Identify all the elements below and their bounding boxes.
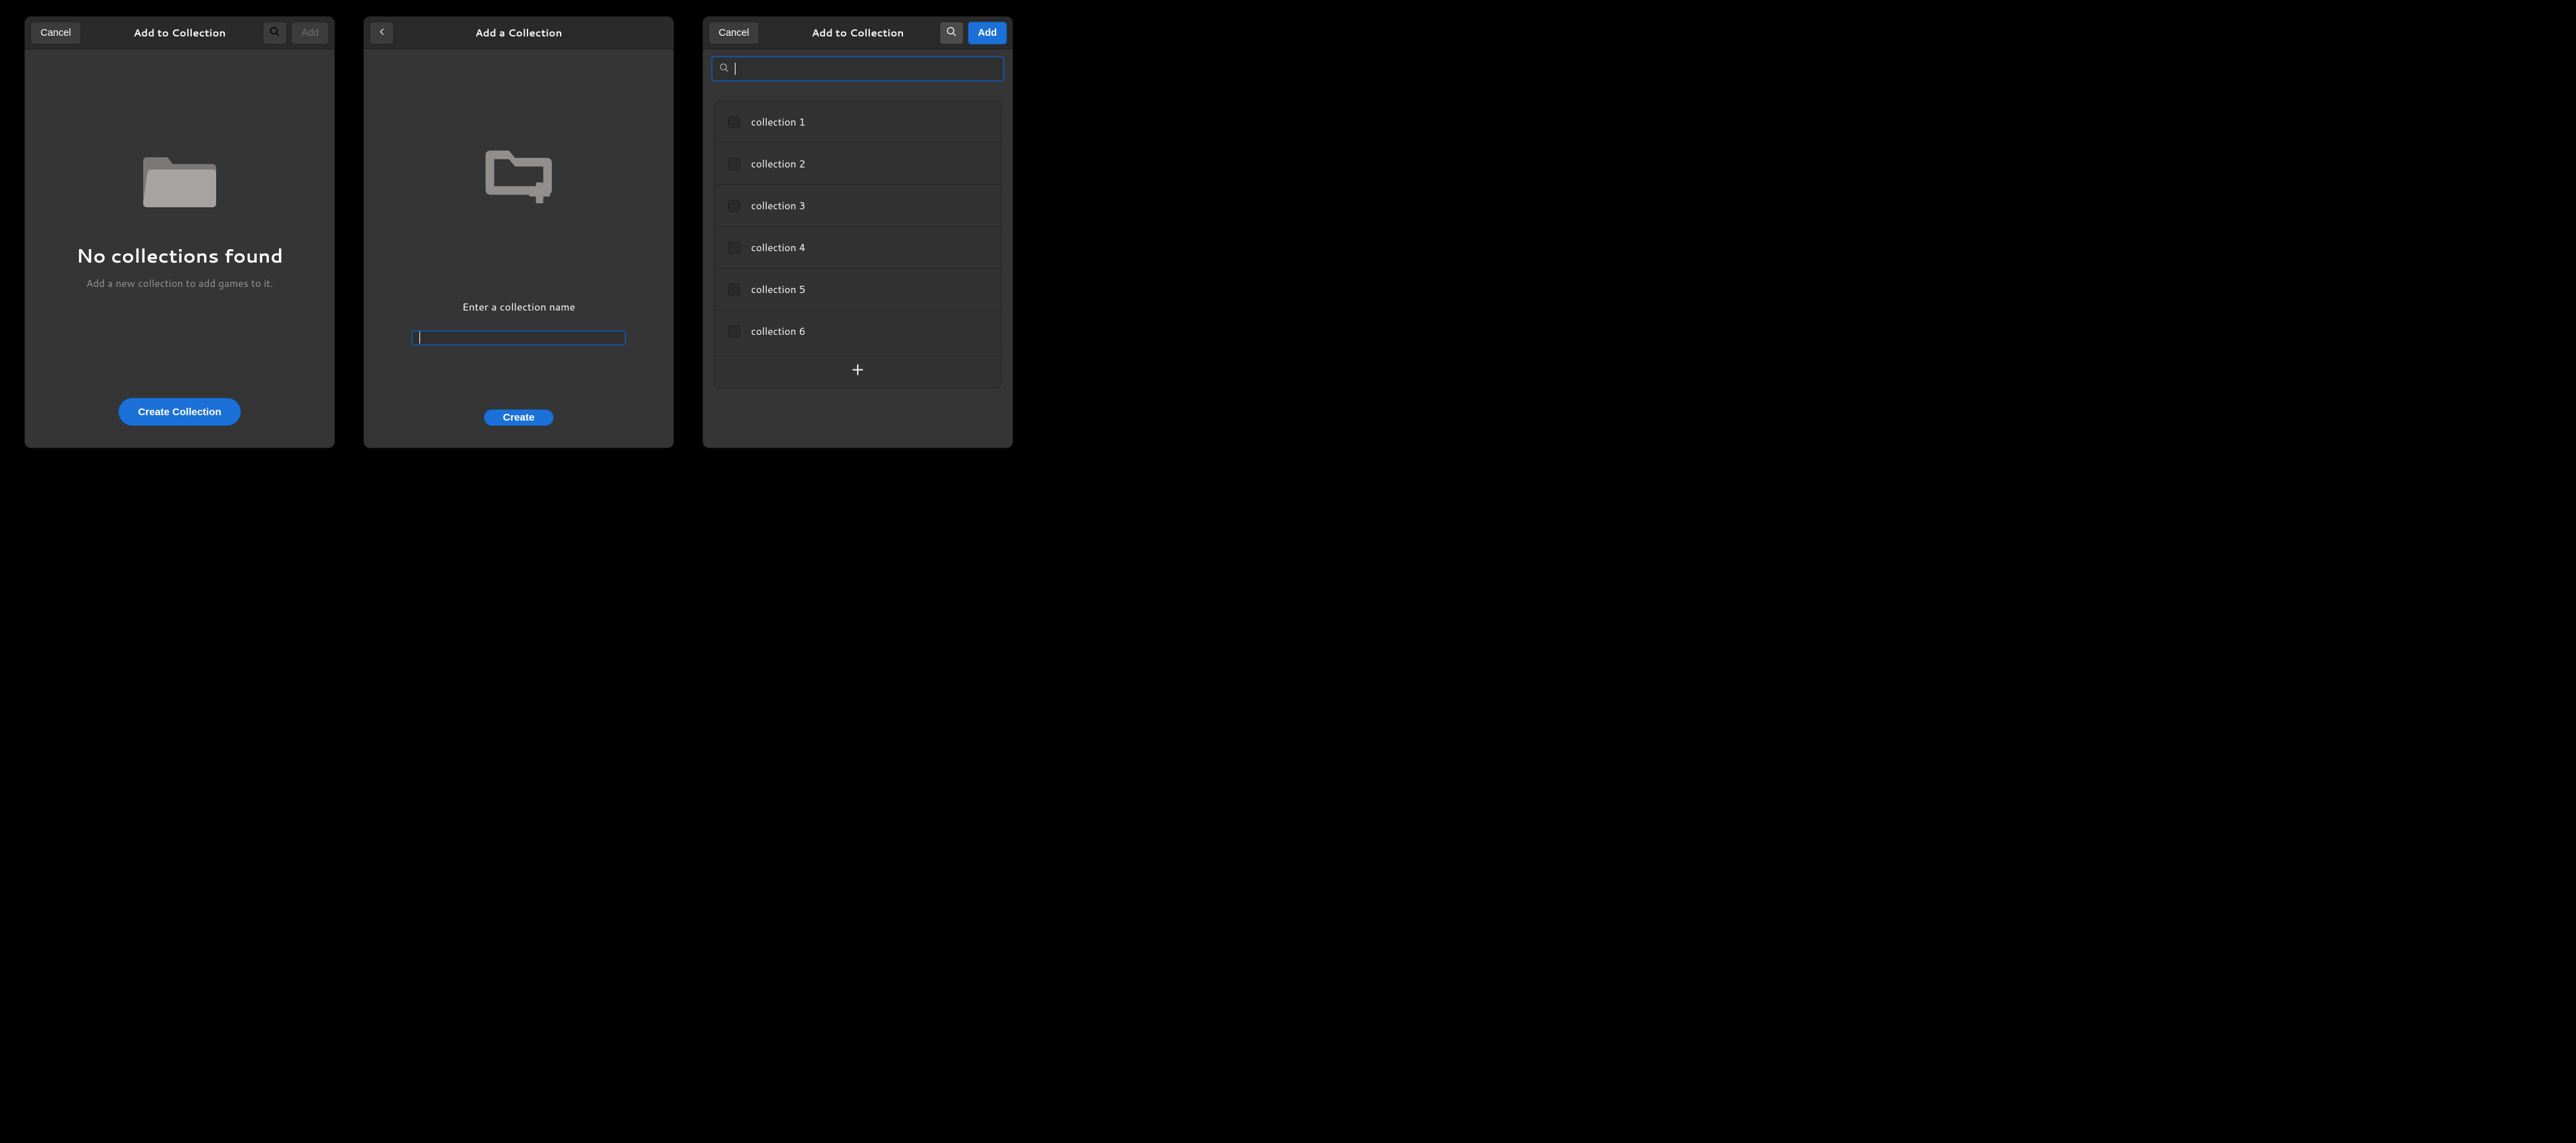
checkbox[interactable] bbox=[728, 116, 740, 128]
search-button[interactable] bbox=[939, 22, 964, 45]
collections-list: collection 1 collection 2 collection 3 c… bbox=[714, 101, 1002, 388]
checkbox[interactable] bbox=[728, 325, 740, 338]
content-area: No collections found Add a new collectio… bbox=[25, 49, 334, 448]
search-input[interactable] bbox=[711, 56, 1004, 82]
list-item-label: collection 6 bbox=[751, 324, 806, 338]
list-item[interactable]: collection 4 bbox=[715, 227, 1001, 269]
search-icon bbox=[269, 26, 280, 40]
folder-open-icon bbox=[139, 142, 220, 221]
list-item[interactable]: collection 5 bbox=[715, 269, 1001, 311]
list-item[interactable]: collection 6 bbox=[715, 311, 1001, 352]
list-item[interactable]: collection 3 bbox=[715, 185, 1001, 227]
list-item-label: collection 4 bbox=[751, 240, 806, 255]
content-area: collection 1 collection 2 collection 3 c… bbox=[703, 49, 1012, 448]
text-caret bbox=[735, 63, 736, 75]
headerbar: Cancel Add to Collection Add bbox=[703, 17, 1012, 49]
back-button[interactable] bbox=[369, 22, 394, 45]
list-item-label: collection 2 bbox=[751, 157, 806, 171]
empty-subtitle: Add a new collection to add games to it. bbox=[86, 276, 274, 290]
search-icon bbox=[946, 26, 957, 40]
dialog-title: Add a Collection bbox=[364, 26, 673, 40]
collection-name-input[interactable] bbox=[411, 330, 626, 346]
checkbox[interactable] bbox=[728, 200, 740, 212]
create-button[interactable]: Create bbox=[484, 409, 555, 426]
checkbox[interactable] bbox=[728, 158, 740, 170]
cancel-button[interactable]: Cancel bbox=[709, 22, 759, 45]
create-collection-button[interactable]: Create Collection bbox=[118, 398, 240, 426]
headerbar: Cancel Add to Collection Add bbox=[25, 17, 334, 49]
name-prompt-label: Enter a collection name bbox=[462, 299, 575, 314]
list-item[interactable]: collection 2 bbox=[715, 143, 1001, 185]
empty-title: No collections found bbox=[76, 242, 283, 269]
list-item-label: collection 5 bbox=[751, 282, 806, 296]
cancel-button[interactable]: Cancel bbox=[30, 22, 81, 45]
checkbox[interactable] bbox=[728, 284, 740, 296]
empty-state: No collections found Add a new collectio… bbox=[25, 49, 334, 383]
content-area: Enter a collection name Create bbox=[364, 49, 673, 448]
plus-icon: ＋ bbox=[851, 363, 865, 377]
chevron-left-icon bbox=[377, 27, 386, 39]
add-button[interactable]: Add bbox=[291, 22, 329, 45]
list-item-label: collection 1 bbox=[751, 115, 806, 129]
add-collection-row[interactable]: ＋ bbox=[715, 352, 1001, 388]
search-button[interactable] bbox=[263, 22, 287, 45]
checkbox[interactable] bbox=[728, 242, 740, 254]
dialog-add-to-collection-empty: Cancel Add to Collection Add No collecti… bbox=[24, 16, 335, 448]
headerbar: Add a Collection bbox=[364, 17, 673, 49]
new-folder-icon bbox=[482, 137, 556, 209]
text-caret bbox=[419, 331, 420, 344]
add-button[interactable]: Add bbox=[968, 22, 1007, 45]
dialog-add-to-collection-list: Cancel Add to Collection Add collection … bbox=[702, 16, 1013, 448]
search-icon bbox=[719, 61, 729, 77]
list-item[interactable]: collection 1 bbox=[715, 101, 1001, 143]
list-item-label: collection 3 bbox=[751, 198, 806, 213]
dialog-add-a-collection: Add a Collection Enter a collection name… bbox=[363, 16, 674, 448]
search-bar bbox=[703, 49, 1012, 88]
